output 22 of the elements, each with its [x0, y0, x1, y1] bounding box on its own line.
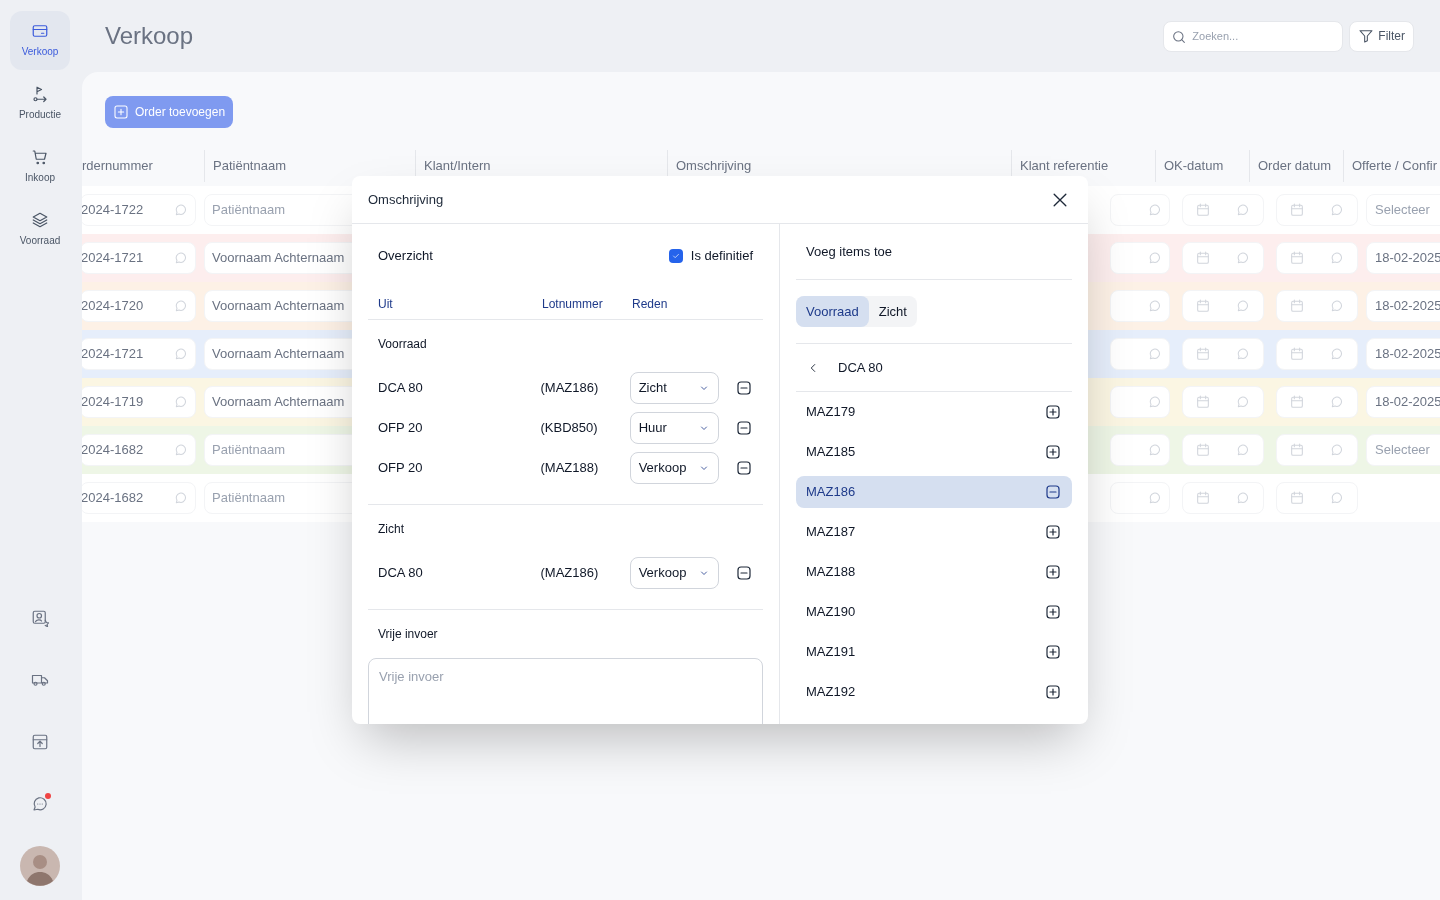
- lot-number: (MAZ186): [540, 379, 600, 398]
- lot-number: (KBD850): [540, 419, 599, 438]
- column-header: Order datum: [1258, 157, 1331, 176]
- checkbox-label: Is definitief: [690, 247, 753, 266]
- group-title: Zicht: [378, 521, 405, 538]
- item-name: DCA 80: [378, 564, 424, 583]
- column-header: OK-datum: [1164, 157, 1224, 176]
- column-header: Klant/Intern: [424, 157, 491, 176]
- column-header: Omschrijving: [676, 157, 752, 176]
- column-header: Klant referentie: [1020, 157, 1109, 176]
- column-header: rdernummer: [82, 157, 153, 176]
- lot-number: (MAZ188): [540, 459, 600, 478]
- column-header: Uit: [378, 295, 394, 313]
- group-title: Vrije invoer: [377, 626, 439, 643]
- page-title: Verkoop: [105, 21, 194, 51]
- lot-number: (MAZ186): [540, 564, 600, 583]
- column-header: Reden: [632, 295, 668, 313]
- section-title: Voeg items toe: [796, 224, 1072, 280]
- column-header: Patiëntnaam: [213, 157, 286, 176]
- breadcrumb: DCA 80: [838, 358, 883, 377]
- column-header: Offerte / Confir: [1352, 157, 1437, 176]
- column-header: Lotnummer: [542, 295, 604, 313]
